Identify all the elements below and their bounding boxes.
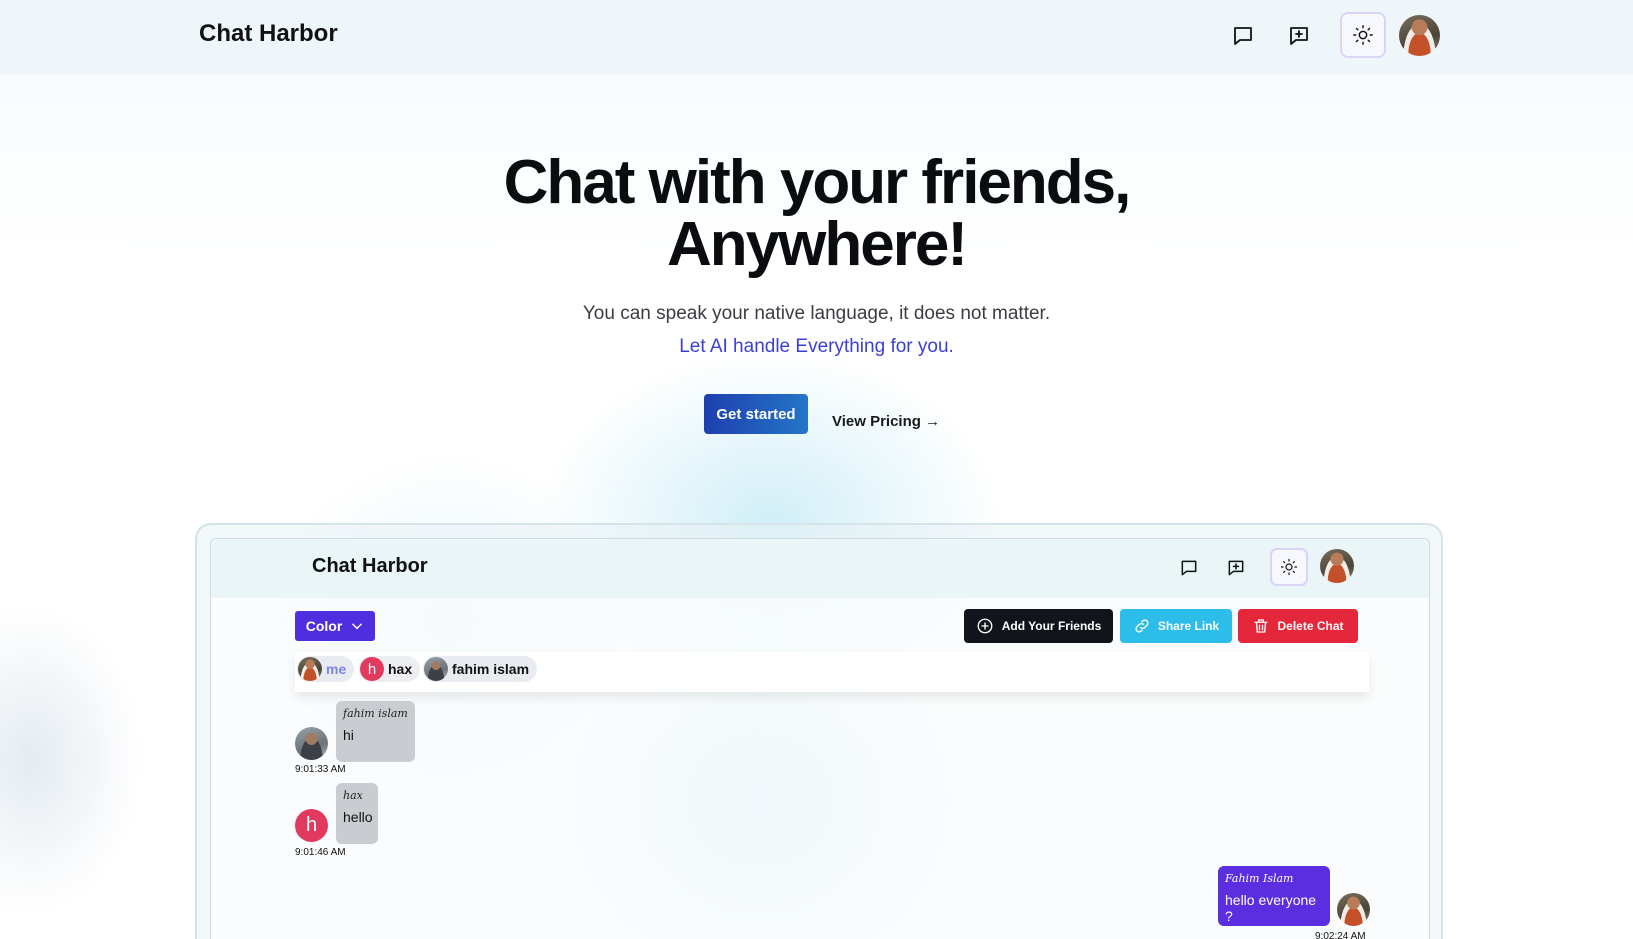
message-bubble: hax hello	[336, 783, 378, 844]
message-author: hax	[343, 789, 363, 802]
own-message-bubble: Fahim Islam hello everyone ?	[1218, 866, 1330, 926]
view-pricing-link[interactable]: View Pricing →	[832, 413, 940, 430]
message-avatar	[295, 727, 328, 760]
chevron-down-icon	[352, 623, 363, 630]
message-text: hi	[343, 727, 354, 743]
color-label: Color	[305, 618, 343, 634]
brand-logo[interactable]: Chat Harbor	[199, 20, 338, 48]
preview-navbar: Chat Harbor	[211, 539, 1429, 598]
hero-title-line2: Anywhere!	[667, 210, 968, 279]
message-time: 9:01:33 AM	[295, 764, 346, 775]
share-link-button: Share Link	[1120, 609, 1232, 643]
preview-screen: Chat Harbor Color Add Your Friends Share…	[210, 538, 1430, 939]
message-time: 9:01:46 AM	[295, 847, 346, 858]
chat-icon[interactable]	[1223, 16, 1263, 56]
new-chat-icon[interactable]	[1279, 16, 1319, 56]
delete-chat-label: Delete Chat	[1277, 619, 1344, 633]
add-friends-button: Add Your Friends	[964, 609, 1113, 643]
share-link-label: Share Link	[1157, 619, 1220, 633]
top-navbar: Chat Harbor	[0, 0, 1633, 75]
member-chip-fahim: fahim islam	[423, 656, 538, 682]
theme-toggle-sun-icon[interactable]	[1340, 12, 1386, 58]
hero-title-line1: Chat with your friends,	[503, 148, 1132, 217]
member-avatar	[424, 657, 448, 681]
color-dropdown-button: Color	[295, 611, 375, 641]
add-friends-label: Add Your Friends	[1001, 619, 1102, 633]
member-name: fahim islam	[452, 661, 530, 677]
link-icon	[1135, 619, 1149, 633]
hero-subtitle: You can speak your native language, it d…	[582, 303, 1051, 324]
member-avatar: h	[360, 657, 384, 681]
member-chip-me: me	[297, 656, 355, 682]
trash-icon	[1254, 619, 1269, 633]
member-name: hax	[388, 661, 413, 677]
message-author: Fahim Islam	[1225, 872, 1294, 885]
members-bar: me h hax fahim islam	[295, 652, 1369, 692]
preview-sun-icon	[1270, 548, 1308, 586]
message-author: fahim islam	[343, 707, 408, 720]
plus-circle-icon	[977, 618, 993, 634]
message-text: hello	[343, 809, 373, 825]
message-text: hello everyone ?	[1225, 892, 1317, 924]
preview-chat-icon	[1174, 553, 1204, 583]
message-time: 9:02:24 AM	[1315, 931, 1366, 939]
preview-brand: Chat Harbor	[312, 555, 428, 577]
hero-title: Chat with your friends, Anywhere!	[0, 152, 1633, 276]
get-started-button[interactable]: Get started	[704, 394, 808, 434]
delete-chat-button: Delete Chat	[1238, 609, 1358, 643]
message-avatar: h	[295, 809, 328, 842]
member-chip-hax: h hax	[359, 656, 421, 682]
preview-new-chat-icon	[1221, 553, 1251, 583]
hero-ai-line: Let AI handle Everything for you.	[679, 336, 954, 357]
member-avatar	[298, 657, 322, 681]
user-avatar[interactable]	[1399, 15, 1440, 56]
preview-user-avatar	[1320, 549, 1354, 583]
message-bubble: fahim islam hi	[336, 701, 415, 762]
member-name: me	[326, 661, 347, 677]
message-avatar	[1337, 893, 1370, 926]
